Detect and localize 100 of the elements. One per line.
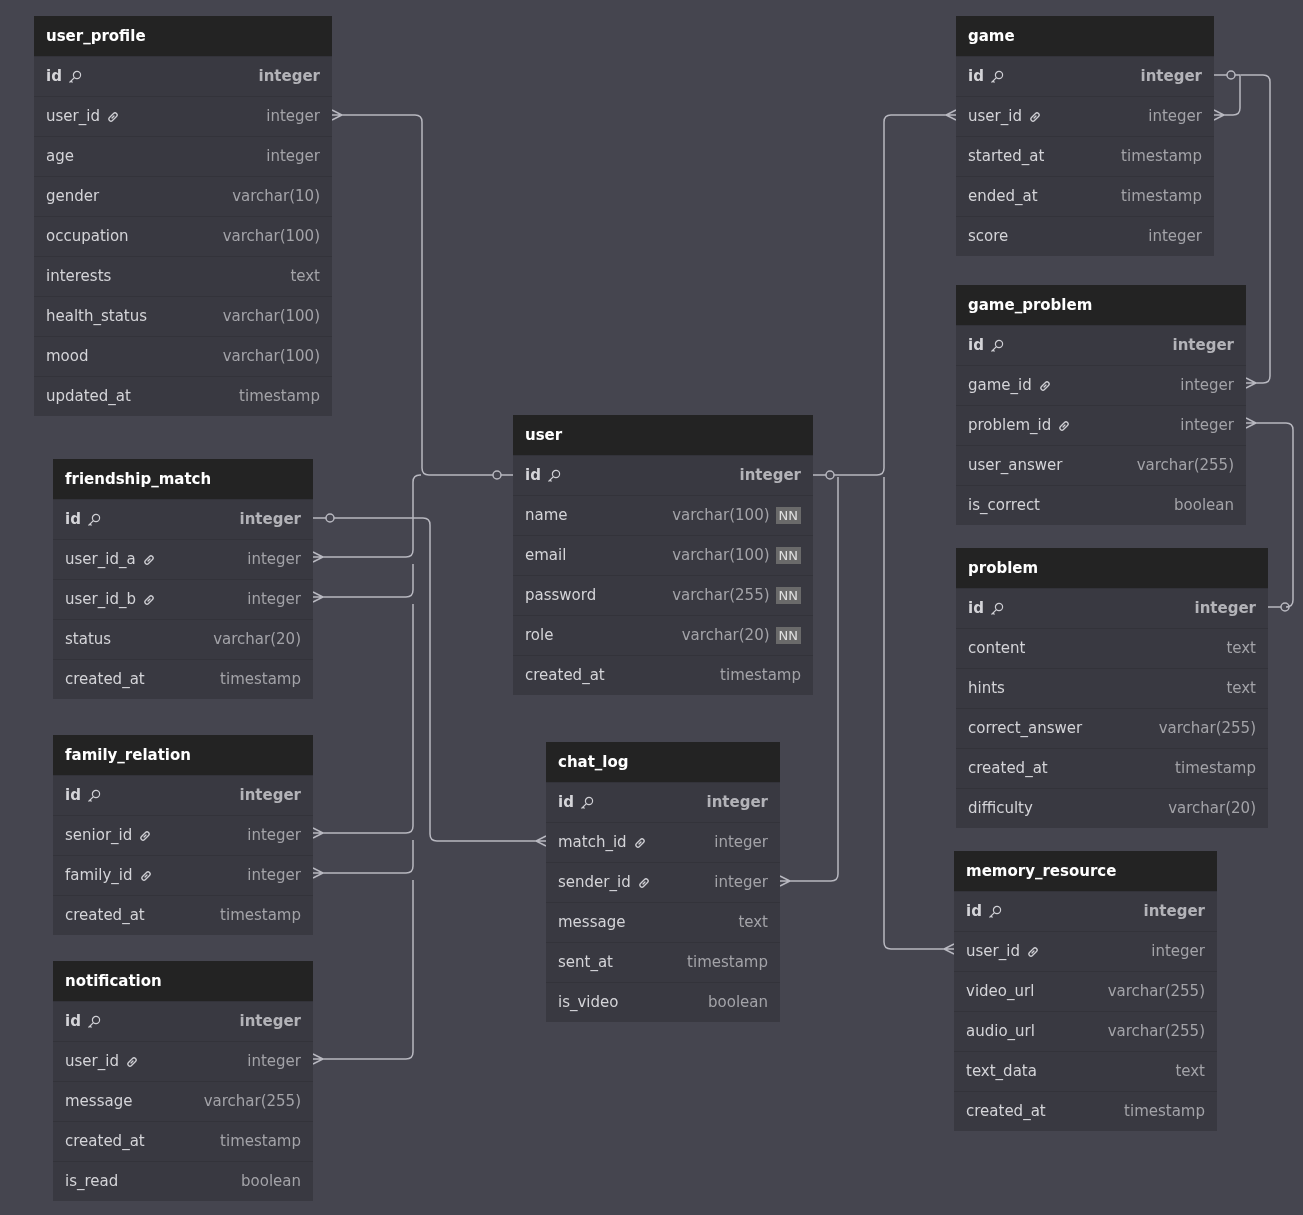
column-type: text (1226, 678, 1256, 700)
column-type: integer (247, 865, 301, 887)
column-name: user_id (966, 941, 1020, 963)
link-icon (636, 875, 651, 890)
column-type: varchar(20) (681, 625, 770, 647)
column-name: id (65, 509, 81, 531)
column-type: varchar(255) (203, 1091, 301, 1113)
column-type: varchar(20) (213, 629, 301, 651)
column-type: integer (247, 589, 301, 611)
column-name: name (525, 505, 568, 527)
column-name: hints (968, 678, 1005, 700)
column-type: integer (1172, 335, 1234, 357)
column-type: integer (706, 792, 768, 814)
not-null-badge: NN (775, 546, 801, 565)
column-type: timestamp (687, 952, 768, 974)
column-type: timestamp (220, 669, 301, 691)
table-header: user (513, 415, 813, 455)
column-name: message (65, 1091, 133, 1113)
column-name: health_status (46, 306, 148, 328)
not-null-badge: NN (775, 586, 801, 605)
column-type: timestamp (1121, 186, 1202, 208)
column-name: gender (46, 186, 100, 208)
column-type: varchar(255) (672, 585, 770, 607)
key-icon (86, 512, 101, 527)
table-header: game (956, 16, 1214, 56)
key-icon (546, 468, 561, 483)
column-name: id (966, 901, 982, 923)
column-name: id (65, 785, 81, 807)
column-name: id (65, 1011, 81, 1033)
column-type: timestamp (220, 1131, 301, 1153)
link-icon (632, 835, 647, 850)
column-name: ended_at (968, 186, 1038, 208)
not-null-badge: NN (775, 626, 801, 645)
column-type: timestamp (220, 905, 301, 927)
column-type: integer (258, 66, 320, 88)
table-header: notification (53, 961, 313, 1001)
column-type: varchar(255) (1158, 718, 1256, 740)
column-type: text (290, 266, 320, 288)
column-name: is_video (558, 992, 619, 1014)
column-type: varchar(100) (222, 306, 320, 328)
link-icon (1027, 109, 1042, 124)
column-name: status (65, 629, 112, 651)
column-name: age (46, 146, 74, 168)
column-type: varchar(100) (672, 505, 770, 527)
column-type: varchar(100) (672, 545, 770, 567)
column-name: senior_id (65, 825, 133, 847)
column-type: integer (714, 832, 768, 854)
key-icon (86, 788, 101, 803)
column-name: id (968, 335, 984, 357)
column-name: problem_id (968, 415, 1052, 437)
column-type: timestamp (1124, 1101, 1205, 1123)
column-type: integer (714, 872, 768, 894)
column-name: difficulty (968, 798, 1033, 820)
column-name: score (968, 226, 1009, 248)
link-icon (141, 552, 156, 567)
column-type: varchar(255) (1107, 981, 1205, 1003)
table-header: memory_resource (954, 851, 1217, 891)
column-name: match_id (558, 832, 627, 854)
link-icon (124, 1054, 139, 1069)
column-type: boolean (708, 992, 768, 1014)
table-header: game_problem (956, 285, 1246, 325)
column-name: created_at (65, 905, 145, 927)
column-name: message (558, 912, 626, 934)
column-type: integer (1148, 226, 1202, 248)
column-type: varchar(255) (1136, 455, 1234, 477)
column-name: user_answer (968, 455, 1063, 477)
column-type: integer (266, 106, 320, 128)
column-name: sender_id (558, 872, 631, 894)
link-icon (1037, 378, 1052, 393)
column-name: user_id (968, 106, 1022, 128)
column-name: id (968, 598, 984, 620)
column-type: integer (1143, 901, 1205, 923)
column-type: boolean (241, 1171, 301, 1193)
column-type: integer (1140, 66, 1202, 88)
column-name: user_id_b (65, 589, 136, 611)
column-name: game_id (968, 375, 1032, 397)
link-icon (138, 868, 153, 883)
link-icon (138, 828, 153, 843)
key-icon (579, 795, 594, 810)
column-type: integer (239, 509, 301, 531)
column-name: occupation (46, 226, 129, 248)
column-type: text (1226, 638, 1256, 660)
column-name: id (968, 66, 984, 88)
key-icon (989, 601, 1004, 616)
column-type: integer (266, 146, 320, 168)
column-type: text (1175, 1061, 1205, 1083)
link-icon (105, 109, 120, 124)
column-type: integer (1151, 941, 1205, 963)
column-name: mood (46, 346, 89, 368)
table-header: family_relation (53, 735, 313, 775)
column-name: user_id (46, 106, 100, 128)
column-type: integer (1194, 598, 1256, 620)
column-name: content (968, 638, 1026, 660)
column-name: id (525, 465, 541, 487)
column-name: created_at (65, 1131, 145, 1153)
column-name: correct_answer (968, 718, 1083, 740)
link-icon (1057, 418, 1072, 433)
key-icon (987, 904, 1002, 919)
column-type: integer (1148, 106, 1202, 128)
table-header: problem (956, 548, 1268, 588)
